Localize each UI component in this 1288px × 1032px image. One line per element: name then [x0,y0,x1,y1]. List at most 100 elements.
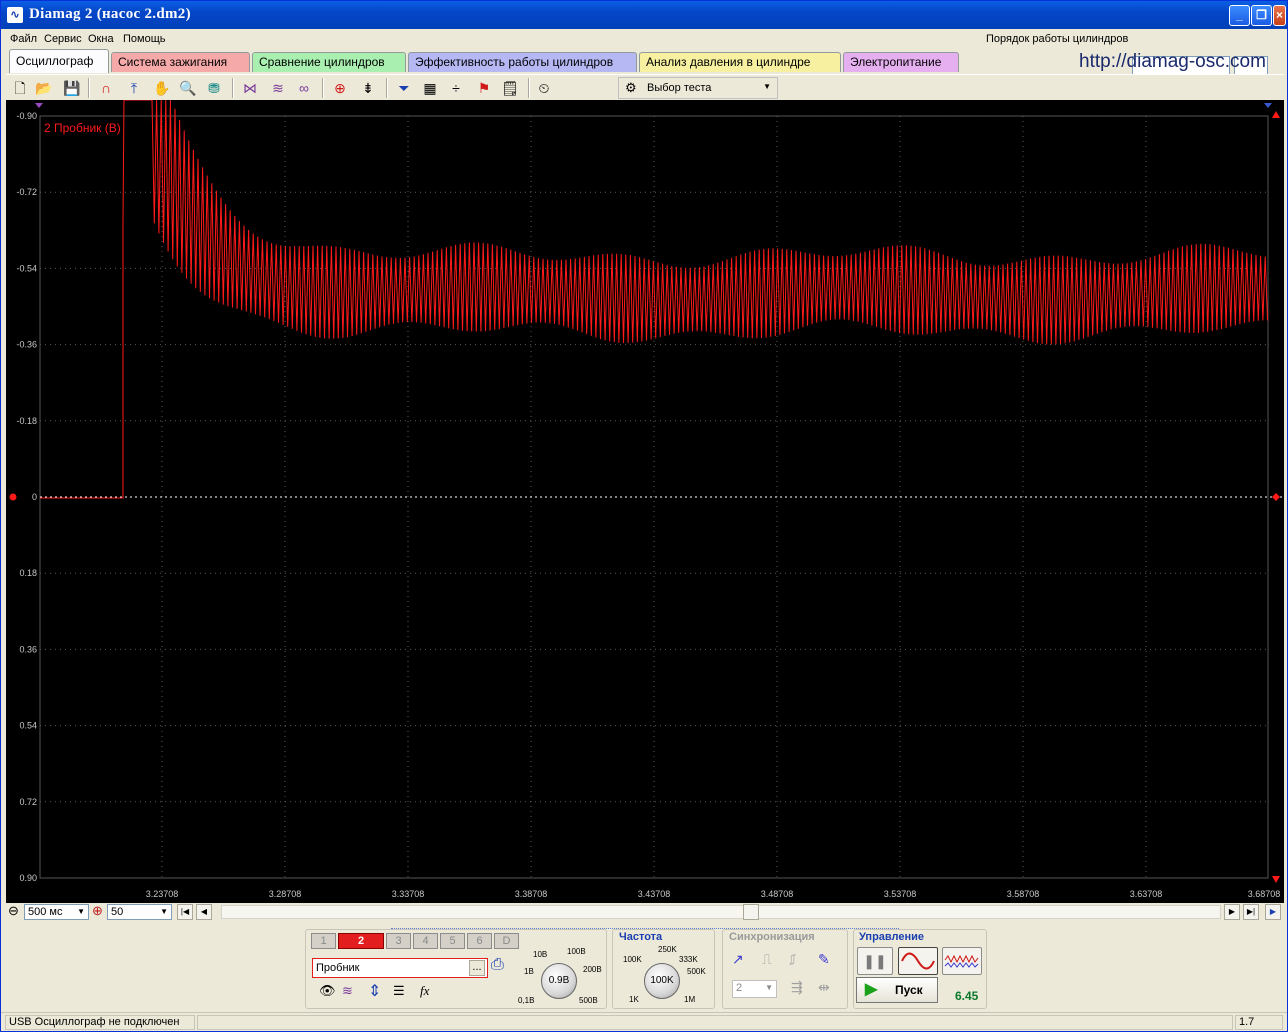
vertical-offset-icon[interactable]: ⇕ [368,981,381,1001]
menu-service[interactable]: Сервис [44,33,82,45]
zoom-out-icon[interactable]: ⊖ [8,904,19,920]
sync-channel-select[interactable]: 2 ▼ [732,980,777,998]
edge-up-icon[interactable]: ⎍ [762,951,772,968]
visibility-eye-icon[interactable]: 👁 [319,983,336,999]
freq-mark-1k: 1K [629,995,639,1004]
oscilloscope-display[interactable]: -0.90 -0.72 -0.54 -0.36 -0.18 0 0.18 0.36 0.54 0.… [6,100,1284,903]
scope-canvas[interactable]: -0.90 -0.72 -0.54 -0.36 -0.18 0 0.18 0.36 0.54 0.… [6,100,1284,903]
sine-wave-icon [901,952,935,970]
jump-start-icon[interactable]: |◀ [177,904,193,920]
hand-icon[interactable]: ✋ [152,78,172,98]
auto-trigger-icon[interactable]: ⊕ [330,78,350,98]
volt-mark-100: 100В [567,947,586,956]
channel-2-button[interactable]: 2 [338,933,384,949]
sync-auto-icon[interactable]: ✎ [818,951,830,968]
scrollbar-thumb[interactable] [743,904,759,920]
step-back-icon[interactable]: ◀ [196,904,212,920]
sync-level-icon[interactable]: ⇶ [791,979,803,996]
channel-5-button[interactable]: 5 [440,933,465,949]
rising-edge-icon[interactable]: ↗ [732,951,744,968]
volt-mark-1: 1В [524,967,534,976]
window-title: Diamag 2 (насос 2.dm2) [29,6,191,22]
open-folder-icon[interactable]: 📂 [34,78,54,98]
menu-windows[interactable]: Окна [88,33,114,45]
single-wave-button[interactable] [898,947,938,975]
cursor-icon[interactable]: ⤒ [124,78,144,98]
run-label: Пуск [895,983,923,997]
frequency-title: Частота [619,931,663,943]
freq-mark-250k: 250K [658,945,677,954]
new-file-icon[interactable]: 🗋 [10,78,30,98]
split-icon[interactable]: ÷ [446,78,466,98]
menu-file[interactable]: Файл [10,33,37,45]
edge-down-icon[interactable]: ⎎ [789,951,796,968]
test-select[interactable]: ⚙ Выбор теста ▼ [618,77,778,99]
scale-x-icon[interactable]: ⋈ [240,78,260,98]
channel-4-button[interactable]: 4 [413,933,438,949]
voltage-knob[interactable]: 0.9В [541,963,577,999]
signal-trace [40,100,1268,499]
zoom-select[interactable]: 50 ▼ [107,904,172,920]
tab-pressure-analysis[interactable]: Анализ давления в цилиндре [639,52,841,72]
probe-name-field[interactable]: Пробник ... [312,958,488,978]
function-icon[interactable]: fx [420,983,429,999]
close-icon[interactable]: × [1273,5,1286,26]
tab-oscilloscope[interactable]: Осциллограф [9,49,109,73]
waveform-style-icon[interactable]: ≋ [342,983,353,999]
probe-browse-button[interactable]: ... [469,960,485,976]
probe-settings-icon[interactable]: ⎙ [491,956,504,974]
y-tick-label: -0.54 [16,263,37,273]
lines-icon[interactable]: ☰ [393,983,405,999]
y-tick-label: -0.72 [16,187,37,197]
scope-grid [39,115,1269,879]
x-axis-labels: 3.23708 3.28708 3.33708 3.38708 3.43708 3.487… [146,889,1281,899]
tab-ignition[interactable]: Система зажигания [111,52,250,72]
notes-icon[interactable]: 🗒 [500,78,520,98]
frequency-value: 100K [650,975,674,986]
menu-bar: Файл Сервис Окна Помощь Порядок работы ц… [1,29,1287,76]
panel-splitter[interactable] [391,921,899,929]
run-button[interactable]: ▶ Пуск [856,977,938,1003]
chevron-down-icon: ▼ [77,907,85,916]
channel-d-button[interactable]: D [494,933,519,949]
tab-cylinder-compare[interactable]: Сравнение цилиндров [252,52,406,72]
voltage-value: 0.9В [548,975,570,986]
tab-cylinder-efficiency[interactable]: Эффективность работы цилиндров [408,52,637,72]
x-tick-label: 3.28708 [269,889,302,899]
jump-end-icon[interactable]: ▶| [1243,904,1259,920]
measure-arc-icon[interactable]: ∩ [96,78,116,98]
zoom-icon[interactable]: 🔍 [178,78,198,98]
sync-channel-value: 2 [736,982,743,994]
frequency-knob[interactable]: 100K [644,963,680,999]
time-per-div-select[interactable]: 500 мс ▼ [24,904,89,920]
zero-level-icon[interactable]: ⇟ [358,78,378,98]
zero-marker-right [1272,493,1280,501]
channel-label: 2 Пробник (В) [44,121,121,135]
menu-help[interactable]: Помощь [123,33,166,45]
chevron-down-icon: ▼ [160,907,168,916]
test-select-label: Выбор теста [647,82,712,94]
channel-1-button[interactable]: 1 [311,933,336,949]
pause-icon[interactable]: ❚❚ [857,947,893,975]
overlay-icon[interactable]: ∞ [294,78,314,98]
auto-icon[interactable]: ⏲ [534,78,554,98]
step-forward-icon[interactable]: ▶ [1224,904,1240,920]
save-icon[interactable]: 💾 [62,78,82,98]
sync-arrows-icon[interactable]: ⇹ [818,979,830,996]
restore-icon[interactable]: ❐ [1251,5,1272,26]
channel-3-button[interactable]: 3 [386,933,411,949]
zoom-in-icon[interactable]: ⊕ [92,904,103,920]
funnel-icon[interactable]: ⏷ [394,78,414,98]
filter-icon[interactable]: ⛃ [204,78,224,98]
x-tick-label: 3.53708 [884,889,917,899]
tab-power-supply[interactable]: Электропитание [843,52,959,72]
minimize-icon[interactable]: _ [1229,5,1250,26]
continuous-wave-button[interactable] [942,947,982,975]
waves-icon[interactable]: ≋ [268,78,288,98]
flag-icon[interactable]: ⚑ [474,78,494,98]
channel-6-button[interactable]: 6 [467,933,492,949]
play-forward-icon[interactable]: ▶ [1265,904,1281,920]
y-tick-label: 0.72 [19,797,37,807]
time-scrollbar[interactable] [221,905,1221,919]
grid-icon[interactable]: ▦ [420,78,440,98]
